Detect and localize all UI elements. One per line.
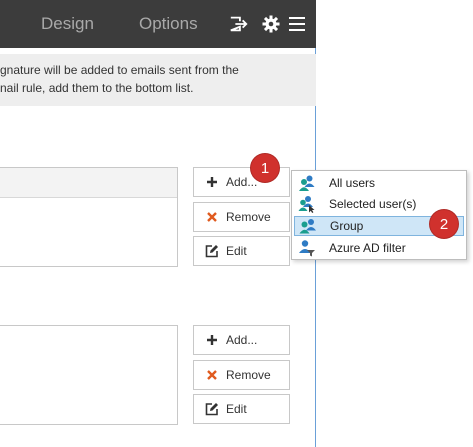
edit-icon xyxy=(204,401,220,417)
edit-button-label: Edit xyxy=(226,244,247,258)
tab-options[interactable]: Options xyxy=(139,14,198,34)
title-bar: Design Options xyxy=(0,0,316,48)
edit-button-label: Edit xyxy=(226,402,247,416)
exit-icon[interactable] xyxy=(229,14,249,34)
menu-item-label: Selected user(s) xyxy=(329,197,417,211)
add-button-label: Add... xyxy=(226,175,258,189)
callout-badge-1: 1 xyxy=(251,154,279,182)
edit-button[interactable]: Edit xyxy=(193,236,290,266)
users-cursor-icon xyxy=(297,194,317,214)
add-button-label: Add... xyxy=(226,333,258,347)
info-banner: gnature will be added to emails sent fro… xyxy=(0,54,316,106)
included-users-list[interactable] xyxy=(0,167,178,267)
edit-icon xyxy=(204,243,220,259)
menu-item-label: All users xyxy=(329,176,376,190)
plus-icon xyxy=(204,174,220,190)
remove-x-icon xyxy=(204,367,220,383)
users-icon xyxy=(297,173,317,193)
user-filter-icon xyxy=(297,238,317,258)
menu-item-azure-ad-filter[interactable]: Azure AD filter xyxy=(294,238,464,258)
remove-x-icon xyxy=(204,209,220,225)
info-text-line-2: nail rule, add them to the bottom list. xyxy=(0,81,194,95)
callout-badge-2: 2 xyxy=(430,210,458,238)
menu-item-label: Azure AD filter xyxy=(329,241,406,255)
tab-design[interactable]: Design xyxy=(41,14,94,34)
remove-button[interactable]: Remove xyxy=(193,202,290,232)
menu-item-all-users[interactable]: All users xyxy=(294,173,464,193)
signature-rules-window: Design Options gnature will be added to … xyxy=(0,0,316,447)
remove-button-bottom[interactable]: Remove xyxy=(193,360,290,390)
info-text-line-1: gnature will be added to emails sent fro… xyxy=(0,63,239,77)
group-icon xyxy=(298,216,318,236)
plus-icon xyxy=(204,332,220,348)
add-button-bottom[interactable]: Add... xyxy=(193,325,290,355)
gear-icon[interactable] xyxy=(261,14,281,34)
remove-button-label: Remove xyxy=(226,210,271,224)
menu-item-label: Group xyxy=(330,219,364,233)
list-header-row xyxy=(0,168,177,198)
edit-button-bottom[interactable]: Edit xyxy=(193,394,290,424)
hamburger-menu-icon[interactable] xyxy=(287,14,307,34)
excluded-users-list[interactable] xyxy=(0,325,178,425)
remove-button-label: Remove xyxy=(226,368,271,382)
